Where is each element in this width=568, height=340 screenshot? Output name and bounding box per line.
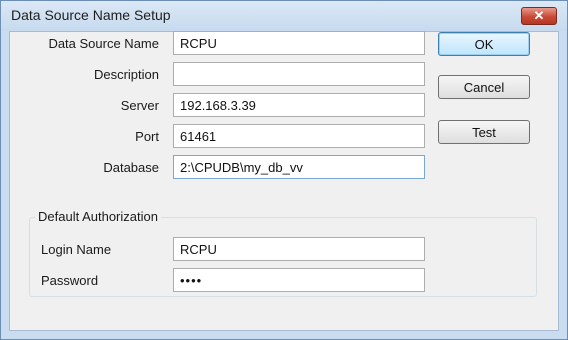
- default-authorization-title: Default Authorization: [35, 209, 161, 224]
- dialog-window: Data Source Name Setup ✕ Data Source Nam…: [0, 0, 568, 340]
- test-button[interactable]: Test: [438, 120, 530, 144]
- description-input[interactable]: [173, 62, 425, 86]
- database-input[interactable]: [173, 155, 425, 179]
- server-label: Server: [120, 98, 159, 113]
- port-label: Port: [135, 129, 159, 144]
- server-input[interactable]: [173, 93, 425, 117]
- dsn-label: Data Source Name: [48, 36, 159, 51]
- dsn-input[interactable]: [173, 31, 425, 55]
- login-name-label: Login Name: [41, 242, 112, 257]
- close-button[interactable]: ✕: [521, 7, 557, 25]
- login-name-input[interactable]: [173, 237, 425, 261]
- description-label: Description: [93, 67, 159, 82]
- ok-button[interactable]: OK: [438, 32, 530, 56]
- cancel-button[interactable]: Cancel: [438, 75, 530, 99]
- port-input[interactable]: [173, 124, 425, 148]
- window-title: Data Source Name Setup: [11, 7, 171, 23]
- password-label: Password: [41, 273, 99, 288]
- close-icon: ✕: [533, 8, 545, 23]
- title-bar[interactable]: Data Source Name Setup ✕: [1, 1, 567, 31]
- database-label: Database: [103, 160, 159, 175]
- password-input[interactable]: [173, 268, 425, 292]
